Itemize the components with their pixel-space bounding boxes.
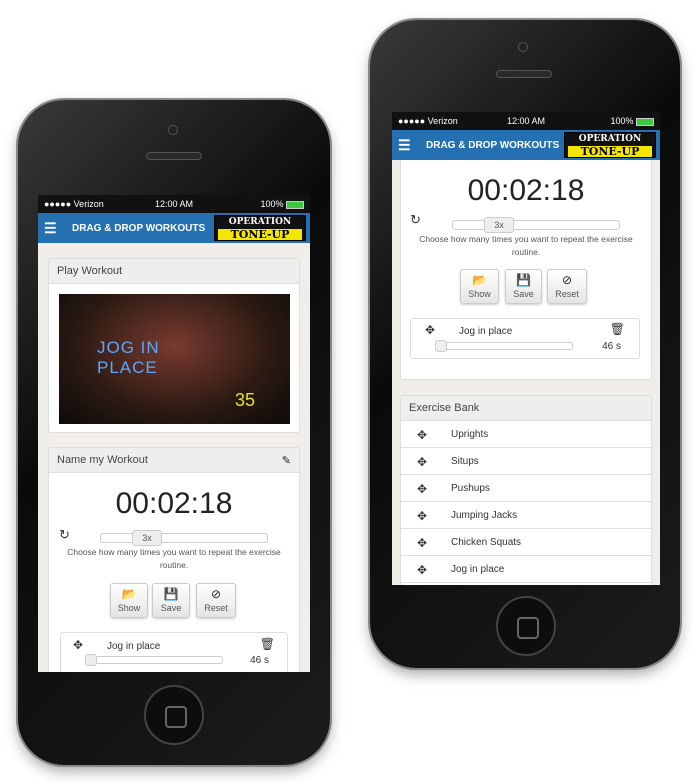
show-button[interactable]: 📂 Show	[110, 583, 148, 618]
camera	[518, 42, 528, 52]
app-header: ☰ DRAG & DROP WORKOUTS OPERATION TONE-UP	[38, 213, 310, 243]
trash-icon[interactable]: 🗑	[260, 637, 275, 651]
exercise-name: Jog in place	[451, 564, 505, 575]
menu-icon[interactable]: ☰	[398, 137, 411, 154]
exercise-name: Jumping Jacks	[451, 510, 518, 521]
repeat-slider-handle[interactable]: 3x	[132, 530, 162, 546]
repeat-slider[interactable]	[452, 220, 620, 230]
panel-title: Play Workout	[49, 259, 299, 284]
workout-video[interactable]: JOG IN PLACE 35	[59, 294, 290, 424]
floppy-icon: 💾	[163, 587, 179, 601]
speaker	[146, 152, 202, 160]
trash-icon[interactable]: 🗑	[610, 322, 625, 336]
battery: 100%	[610, 116, 654, 126]
help-text: Choose how many times you want to repeat…	[67, 547, 281, 570]
timer: 00:02:18	[467, 174, 585, 207]
reset-button[interactable]: ⊘ Reset	[196, 583, 236, 618]
video-caption: JOG IN PLACE	[97, 338, 160, 377]
logo-bottom: TONE-UP	[218, 229, 302, 240]
list-item[interactable]: ✥ Pushups	[401, 475, 651, 502]
battery: 100%	[260, 199, 304, 209]
exercise-name: Chicken Squats	[451, 537, 522, 548]
timer: 00:02:18	[115, 487, 233, 520]
exercise-name: Situps	[451, 456, 479, 467]
menu-icon[interactable]: ☰	[44, 220, 57, 237]
repeat-slider-handle[interactable]: 3x	[484, 217, 514, 233]
ban-icon: ⊘	[561, 273, 573, 287]
move-icon[interactable]: ✥	[417, 563, 427, 577]
show-button[interactable]: 📂 Show	[460, 269, 499, 304]
refresh-icon[interactable]: ↻	[59, 527, 70, 543]
folder-open-icon: 📂	[121, 587, 137, 601]
logo-bottom: TONE-UP	[568, 146, 652, 157]
battery-icon	[286, 200, 304, 209]
home-button[interactable]	[144, 685, 204, 745]
list-item[interactable]: ✥ Jog in place	[401, 556, 651, 583]
battery-icon	[636, 117, 654, 126]
move-icon[interactable]: ✥	[73, 638, 83, 652]
home-button[interactable]	[496, 596, 556, 656]
move-icon[interactable]: ✥	[425, 323, 435, 337]
speaker	[496, 70, 552, 78]
battery-label: 100%	[610, 116, 634, 126]
logo-top: OPERATION	[228, 217, 292, 227]
move-icon[interactable]: ✥	[417, 536, 427, 550]
panel-title-text: Name my Workout	[57, 454, 148, 466]
play-workout-panel: Play Workout JOG IN PLACE 35	[48, 258, 300, 433]
panel-title: Name my Workout ✎	[49, 448, 299, 473]
list-item[interactable]: ✥ Uprights	[401, 421, 651, 448]
show-label: Show	[117, 603, 141, 613]
show-label: Show	[468, 289, 491, 299]
list-item[interactable]: ✥ Jumping Jacks	[401, 502, 651, 529]
camera	[168, 125, 178, 135]
move-icon[interactable]: ✥	[417, 428, 427, 442]
move-icon[interactable]: ✥	[417, 509, 427, 523]
app-title: DRAG & DROP WORKOUTS	[72, 223, 206, 234]
refresh-icon[interactable]: ↻	[410, 212, 421, 228]
app-title: DRAG & DROP WORKOUTS	[426, 140, 560, 151]
logo: OPERATION TONE-UP	[214, 215, 306, 241]
floppy-icon: 💾	[516, 273, 531, 287]
panel-title: Exercise Bank	[401, 396, 651, 421]
duration-slider[interactable]	[85, 656, 223, 664]
screen-right: ●●●●● Verizon 12:00 AM 100% ☰ DRAG & DRO…	[392, 112, 660, 585]
folder-open-icon: 📂	[472, 273, 487, 287]
save-button[interactable]: 💾 Save	[505, 269, 542, 304]
save-label: Save	[513, 289, 534, 299]
logo: OPERATION TONE-UP	[564, 132, 656, 158]
exercise-item[interactable]: ✥ Jog in place 🗑 46 s	[60, 632, 288, 672]
exercise-item[interactable]: ✥ Jog in place 🗑 46 s	[410, 318, 640, 359]
save-label: Save	[160, 603, 182, 613]
logo-top: OPERATION	[578, 134, 642, 144]
repeat-slider[interactable]	[100, 533, 268, 543]
help-text: Choose how many times you want to repeat…	[419, 234, 633, 257]
exercise-name: Jog in place	[459, 326, 513, 337]
duration-slider[interactable]	[435, 342, 573, 350]
status-bar: ●●●●● Verizon 12:00 AM 100%	[392, 112, 660, 130]
save-button[interactable]: 💾 Save	[152, 583, 190, 618]
exercise-duration: 46 s	[602, 341, 621, 352]
video-counter: 35	[235, 390, 256, 410]
reset-button[interactable]: ⊘ Reset	[547, 269, 587, 304]
exercise-name: Pushups	[451, 483, 490, 494]
duration-slider-handle[interactable]	[435, 340, 447, 352]
list-item[interactable]: ✥ Chicken Squats	[401, 529, 651, 556]
exercise-bank-panel: Exercise Bank ✥ Uprights ✥ Situps ✥ Pushups…	[400, 395, 652, 585]
battery-label: 100%	[260, 199, 284, 209]
exercise-name: Jog in place	[107, 641, 161, 652]
status-bar: ●●●●● Verizon 12:00 AM 100%	[38, 195, 310, 213]
move-icon[interactable]: ✥	[417, 455, 427, 469]
exercise-name: Uprights	[451, 429, 489, 440]
edit-icon[interactable]: ✎	[282, 454, 291, 467]
screen-left: ●●●●● Verizon 12:00 AM 100% ☰ DRAG & DRO…	[38, 195, 310, 672]
reset-label: Reset	[204, 603, 228, 613]
app-header: ☰ DRAG & DROP WORKOUTS OPERATION TONE-UP	[392, 130, 660, 160]
duration-slider-handle[interactable]	[85, 654, 97, 666]
move-icon[interactable]: ✥	[417, 482, 427, 496]
ban-icon: ⊘	[210, 587, 222, 601]
reset-label: Reset	[555, 289, 579, 299]
exercise-duration: 46 s	[250, 655, 269, 666]
list-item[interactable]: ✥ Situps	[401, 448, 651, 475]
